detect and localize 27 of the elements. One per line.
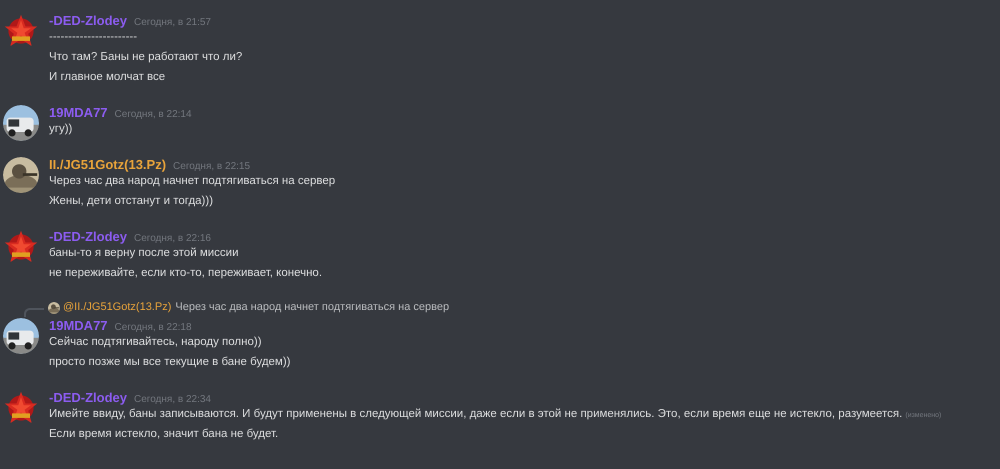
timestamp: Сегодня, в 21:57 (134, 16, 211, 30)
author-name[interactable]: 19MDA77 (49, 316, 108, 336)
timestamp: Сегодня, в 22:15 (173, 160, 250, 174)
message-text: Имейте ввиду, баны записываются. И будут применены в следующей миссии, даже если в этой не применялись. Это, если время еще не истекло, разумеется. (49, 407, 902, 422)
message-text: не переживайте, если кто-то, переживает, конечно. (49, 266, 322, 281)
message-text: ----------------------- (49, 30, 138, 45)
message-text: Жены, дети отстанут и тогда))) (49, 194, 214, 209)
message-text: Сейчас подтягивайтесь, народу полно)) (49, 335, 262, 350)
message-text: баны-то я верну после этой миссии (49, 246, 239, 261)
timestamp: Сегодня, в 22:34 (134, 393, 211, 407)
author-name[interactable]: -DED-Zlodey (49, 227, 127, 246)
timestamp: Сегодня, в 22:14 (114, 108, 192, 122)
author-name[interactable]: -DED-Zlodey (49, 388, 127, 408)
timestamp: Сегодня, в 22:16 (134, 232, 211, 246)
timestamp: Сегодня, в 22:18 (114, 321, 192, 335)
message-text: угу)) (49, 122, 72, 137)
reply-author[interactable]: @II./JG51Gotz(13.Pz) (63, 299, 172, 316)
message-text: Если время истекло, значит бана не будет. (49, 427, 278, 442)
author-name[interactable]: II./JG51Gotz(13.Pz) (49, 155, 166, 174)
author-name[interactable]: -DED-Zlodey (49, 11, 127, 30)
message-text: Через час два народ начнет подтягиваться на сервер (49, 174, 336, 189)
message-text: И главное молчат все (49, 70, 166, 85)
reply-text[interactable]: Через час два народ начнет подтягиваться на сервер (175, 299, 450, 316)
reply-connector (24, 308, 44, 316)
message-text: Что там? Баны не работают что ли? (49, 50, 242, 65)
author-name[interactable]: 19MDA77 (49, 103, 108, 122)
message-text: просто позже мы все текущие в бане будем)) (49, 355, 290, 370)
